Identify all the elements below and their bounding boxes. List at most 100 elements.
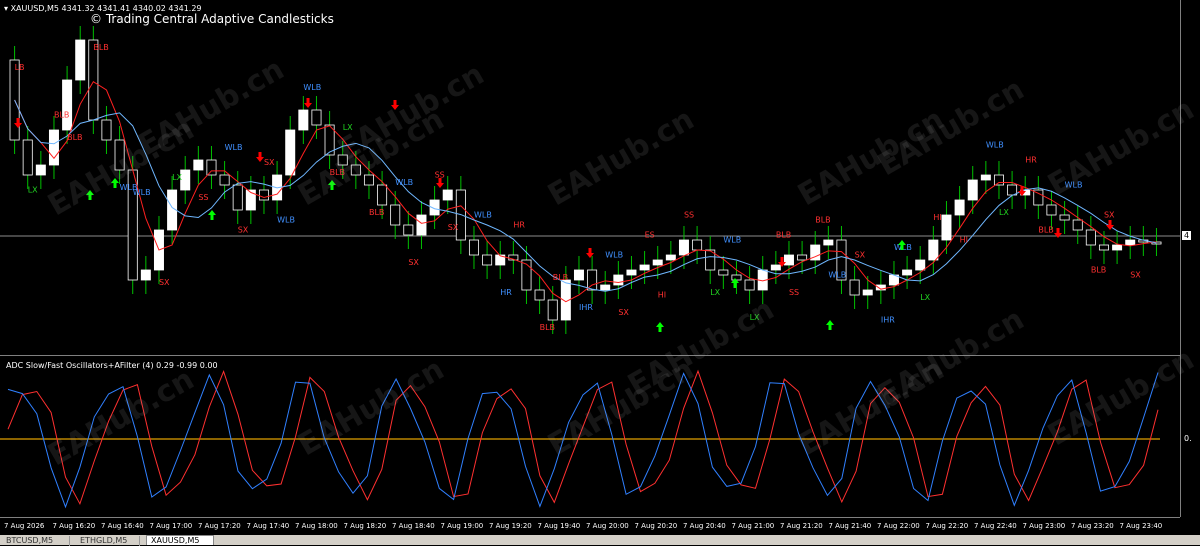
candle-body	[75, 39, 86, 81]
indicator-title: © Trading Central Adaptive Candlesticks	[90, 12, 334, 26]
signal-label: BLB	[67, 133, 82, 142]
candle-body	[114, 139, 125, 171]
signal-label: SX	[618, 308, 629, 317]
price-chart[interactable]: LB LX BLB BLB BLB WLB WLB SX LX SS WLB SX SX WLB WLB BL…	[0, 0, 1200, 355]
signal-label: WLB	[986, 141, 1004, 150]
time-tick-label: 7 Aug 17:40	[246, 522, 290, 530]
time-tick-label: 7 Aug 20:00	[586, 522, 629, 530]
signal-label: WLB	[395, 178, 413, 187]
signal-label: SS	[789, 288, 799, 297]
signal-label: IHR	[881, 316, 895, 325]
signal-label: BLB	[369, 208, 384, 217]
candle-body	[613, 274, 624, 286]
signal-label: SS	[684, 211, 694, 220]
signal-label: HI	[960, 236, 968, 245]
signal-label: SX	[408, 258, 419, 267]
time-tick-label: 7 Aug 19:20	[489, 522, 532, 530]
candle-body	[62, 79, 73, 131]
signal-label: BLB	[54, 111, 69, 120]
time-tick-label: 7 Aug 17:00	[149, 522, 193, 530]
signal-label: HR	[500, 288, 512, 297]
time-tick-label: 7 Aug 18:40	[392, 522, 435, 530]
time-tick-label: 7 Aug 22:00	[877, 522, 920, 530]
sell-arrow-icon	[304, 98, 312, 108]
candle-body	[692, 239, 703, 251]
signal-label: LX	[999, 208, 1009, 217]
candle-body	[337, 154, 348, 166]
candle-body	[941, 214, 952, 241]
signal-label: BLB	[93, 43, 108, 52]
buy-arrow-icon	[328, 180, 336, 190]
chevron-down-icon: ▾	[4, 4, 9, 13]
candle-body	[1098, 244, 1109, 251]
oscillator-slow-line	[7, 372, 1159, 509]
buy-arrow-icon	[208, 210, 216, 220]
candle-body	[731, 274, 742, 281]
candle-body	[232, 184, 243, 211]
time-tick-label: 7 Aug 20:40	[683, 522, 726, 530]
candle-body	[849, 279, 860, 296]
candle-body	[350, 164, 361, 176]
chart-tabs: BTCUSD,M5 ETHGLD,M5 XAUUSD,M5	[0, 535, 1200, 546]
signal-label: HI	[933, 213, 941, 222]
time-tick-label: 7 Aug 21:40	[828, 522, 872, 530]
candle-body	[403, 224, 414, 236]
candle-body	[862, 289, 873, 296]
signal-label: LX	[28, 186, 38, 195]
signal-label: BLB	[1091, 266, 1106, 275]
candle-body	[22, 139, 33, 176]
sell-arrow-icon	[436, 178, 444, 188]
candle-body	[652, 259, 663, 266]
signal-label: WLB	[225, 143, 243, 152]
signal-label: WLB	[605, 251, 623, 260]
signal-label: SX	[855, 251, 866, 260]
candle-body	[101, 119, 112, 141]
sell-arrow-icon	[256, 152, 264, 162]
sell-arrow-icon	[1054, 228, 1062, 238]
candle-body	[718, 269, 729, 276]
signal-label: LB	[15, 63, 25, 72]
pane-separator	[0, 355, 1180, 356]
candle-body	[1112, 244, 1123, 251]
candle-body	[35, 164, 46, 176]
candle-body	[993, 174, 1004, 186]
tab-xauusd[interactable]: XAUUSD,M5	[146, 535, 214, 545]
signal-label: SX	[159, 278, 170, 287]
signal-label: SX	[448, 223, 459, 232]
signal-label: IHR	[579, 303, 593, 312]
time-tick-label: 7 Aug 16:40	[101, 522, 144, 530]
buy-arrow-icon	[826, 320, 834, 330]
oscillator-chart[interactable]	[0, 357, 1200, 517]
candle-body	[783, 254, 794, 266]
candle-body	[902, 269, 913, 276]
buy-arrow-icon	[86, 190, 94, 200]
candle-body	[48, 129, 59, 166]
candle-body	[390, 204, 401, 226]
signal-label: LX	[343, 123, 353, 132]
candle-body	[298, 109, 309, 131]
candle-body	[967, 179, 978, 201]
fast-ma-line	[14, 80, 1157, 303]
buy-arrow-icon	[111, 178, 119, 188]
candle-body	[823, 239, 834, 246]
candle-body	[928, 239, 939, 261]
candle-body	[639, 264, 650, 271]
time-tick-label: 7 Aug 23:20	[1071, 522, 1114, 530]
signal-label: WLB	[828, 271, 846, 280]
signal-label: BLB	[776, 231, 791, 240]
candle-body	[573, 269, 584, 281]
signal-label: WLB	[723, 236, 741, 245]
candle-body	[285, 129, 296, 176]
candle-body	[468, 239, 479, 256]
current-price-label: 4	[1182, 231, 1192, 240]
signal-label: SX	[1104, 211, 1115, 220]
time-tick-label: 7 Aug 17:20	[198, 522, 241, 530]
time-tick-label: 7 Aug 22:20	[925, 522, 969, 530]
time-axis: 7 Aug 2026 7 Aug 16:20 7 Aug 16:40 7 Aug 17…	[0, 517, 1180, 535]
signal-label: LX	[750, 313, 760, 322]
time-tick-label: 7 Aug 16:20	[52, 522, 96, 530]
signal-label: BLB	[815, 216, 830, 225]
candle-body	[206, 159, 217, 176]
slow-ma-line	[14, 99, 1157, 292]
signal-label: HR	[513, 221, 525, 230]
